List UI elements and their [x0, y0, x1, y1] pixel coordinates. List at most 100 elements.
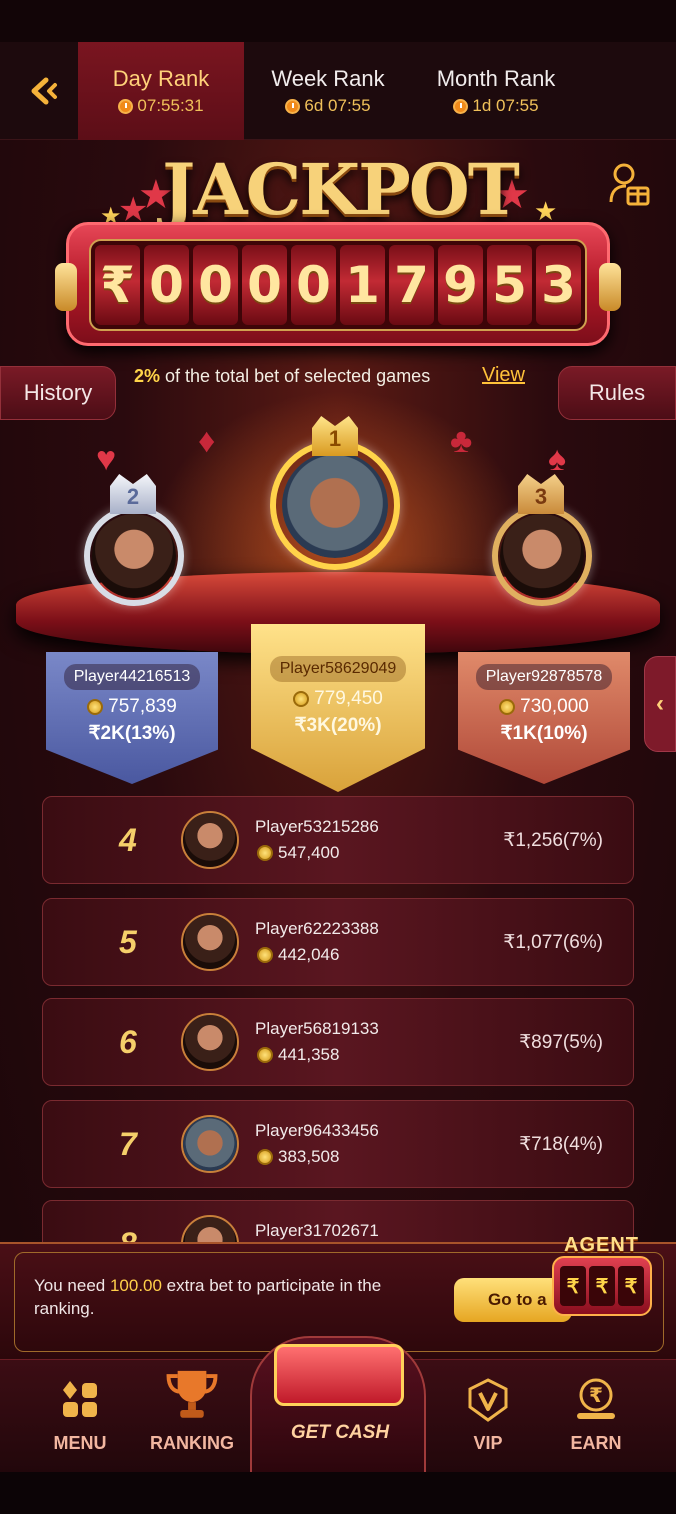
vip-shield-icon: [468, 1378, 508, 1422]
avatar: [181, 811, 239, 869]
nav-get-cash[interactable]: GET CASH: [250, 1336, 426, 1472]
player-name: Player58629049: [269, 656, 407, 682]
reel: ₹: [560, 1266, 586, 1306]
nav-label: MENU: [53, 1433, 107, 1453]
avatar-face: [183, 1015, 237, 1069]
user-gift-icon[interactable]: [608, 162, 652, 208]
back-arrow-icon: [31, 77, 57, 105]
avatar: [181, 1115, 239, 1173]
tab-label: Month Rank: [436, 66, 556, 91]
coin-icon: [499, 699, 516, 715]
nav-label: RANKING: [150, 1433, 234, 1453]
diamond-suit-icon: ♦: [198, 422, 216, 460]
timer-value: 07:55:31: [137, 96, 204, 115]
jackpot-counter: ₹ 0 0 0 0 1 7 9 5 3: [55, 222, 621, 346]
tab-month-rank[interactable]: Month Rank 1d 07:55: [414, 42, 578, 140]
top-player-card-2[interactable]: Player44216513 757,839 ₹2K(13%): [46, 652, 218, 784]
avatar-rank-3[interactable]: [500, 514, 584, 598]
avatar-rank-1[interactable]: [282, 452, 388, 558]
nav-vip[interactable]: VIP: [440, 1360, 536, 1472]
player-coins: 383,508: [257, 1147, 339, 1167]
history-button[interactable]: History: [0, 366, 116, 420]
treasure-chest-icon: [274, 1344, 404, 1406]
player-coins: 441,358: [257, 1045, 339, 1065]
tab-timer: 07:55:31: [118, 96, 204, 116]
status-bar: [0, 0, 676, 42]
jackpot-digit: 0: [291, 245, 336, 325]
player-winnings: ₹2K(13%): [88, 723, 176, 744]
notice-amount: 100.00: [109, 1276, 162, 1295]
clock-icon: [453, 98, 469, 114]
menu-grid-icon: [63, 1381, 97, 1417]
nav-ranking[interactable]: RANKING: [134, 1360, 250, 1472]
nav-label: GET CASH: [290, 1422, 390, 1443]
rank-row[interactable]: 6 Player56819133 441,358 ₹897(5%): [42, 998, 634, 1086]
player-coins: 730,000: [499, 696, 589, 718]
player-winnings: ₹1,256(7%): [503, 829, 603, 851]
rank-row[interactable]: 5 Player62223388 442,046 ₹1,077(6%): [42, 898, 634, 986]
jackpot-digit: 7: [389, 245, 434, 325]
avatar: [181, 1013, 239, 1071]
player-name: Player44216513: [63, 664, 201, 690]
top-player-card-1[interactable]: Player58629049 779,450 ₹3K(20%): [251, 624, 425, 792]
rank-number: 5: [119, 923, 137, 960]
tab-label: Week Rank: [271, 66, 385, 91]
coin-icon: [257, 947, 273, 963]
rules-button[interactable]: Rules: [558, 366, 676, 420]
tab-week-rank[interactable]: Week Rank 6d 07:55: [250, 42, 406, 140]
chevron-left-icon: ‹: [656, 690, 664, 717]
reel: ₹: [618, 1266, 644, 1306]
player-name: Player53215286: [255, 817, 379, 836]
player-winnings: ₹1,077(6%): [503, 931, 603, 953]
crown-rank-2-icon: 2: [110, 474, 156, 514]
system-bar: [0, 1472, 676, 1514]
avatar-rank-2[interactable]: [92, 514, 176, 598]
tab-day-rank[interactable]: Day Rank 07:55:31: [78, 42, 244, 140]
player-coins: 779,450: [293, 688, 383, 710]
player-name: Player62223388: [255, 919, 379, 938]
nav-label: VIP: [473, 1433, 503, 1453]
rank-number: 7: [119, 1125, 137, 1162]
player-coins: 442,046: [257, 945, 339, 965]
avatar-face: [183, 915, 237, 969]
avatar-face: [92, 514, 176, 598]
ranking-screen: Day Rank 07:55:31 Week Rank 6d 07:55 Mon…: [0, 0, 676, 1514]
player-winnings: ₹718(4%): [519, 1133, 603, 1155]
jackpot-digit: 9: [438, 245, 483, 325]
coin-icon: [257, 845, 273, 861]
nav-earn[interactable]: ₹ EARN: [548, 1360, 644, 1472]
coin-icon: [257, 1149, 273, 1165]
top-player-card-3[interactable]: Player92878578 730,000 ₹1K(10%): [458, 652, 630, 784]
avatar-face: [183, 1117, 237, 1171]
nav-label: EARN: [570, 1433, 622, 1453]
rank-row[interactable]: 4 Player53215286 547,400 ₹1,256(7%): [42, 796, 634, 884]
view-link[interactable]: View: [482, 364, 525, 387]
player-name: Player31702671: [255, 1221, 379, 1240]
player-winnings: ₹897(5%): [519, 1031, 603, 1053]
back-button[interactable]: [14, 62, 72, 120]
rank-row[interactable]: 7 Player96433456 383,508 ₹718(4%): [42, 1100, 634, 1188]
jackpot-description: 2% of the total bet of selected games: [134, 366, 430, 387]
nav-menu[interactable]: MENU: [20, 1360, 140, 1472]
jackpot-digit: 0: [144, 245, 189, 325]
agent-label: AGENT: [564, 1234, 639, 1256]
jackpot-desc-text: of the total bet of selected games: [165, 366, 431, 386]
jackpot-digit: 3: [536, 245, 581, 325]
jackpot-digit: 0: [242, 245, 287, 325]
coins-value: 779,450: [314, 688, 383, 709]
slot-machine-icon: ₹ ₹ ₹: [552, 1256, 652, 1316]
player-name: Player96433456: [255, 1121, 379, 1140]
agent-slot-button[interactable]: AGENT ₹ ₹ ₹: [548, 1234, 668, 1322]
avatar: [181, 913, 239, 971]
rank-header: Day Rank 07:55:31 Week Rank 6d 07:55 Mon…: [0, 42, 676, 140]
rank-number: 4: [119, 821, 137, 858]
coins-value: 730,000: [520, 696, 589, 717]
player-coins: 757,839: [87, 696, 177, 718]
counter-cap-right: [599, 263, 621, 311]
notice-text: You need 100.00 extra bet to participate…: [34, 1274, 434, 1320]
expand-side-panel-button[interactable]: ‹: [644, 656, 676, 752]
heart-suit-icon: ♥: [96, 440, 117, 478]
player-winnings: ₹1K(10%): [500, 723, 588, 744]
club-suit-icon: ♣: [450, 422, 473, 460]
coins-value: 547,400: [278, 843, 340, 862]
